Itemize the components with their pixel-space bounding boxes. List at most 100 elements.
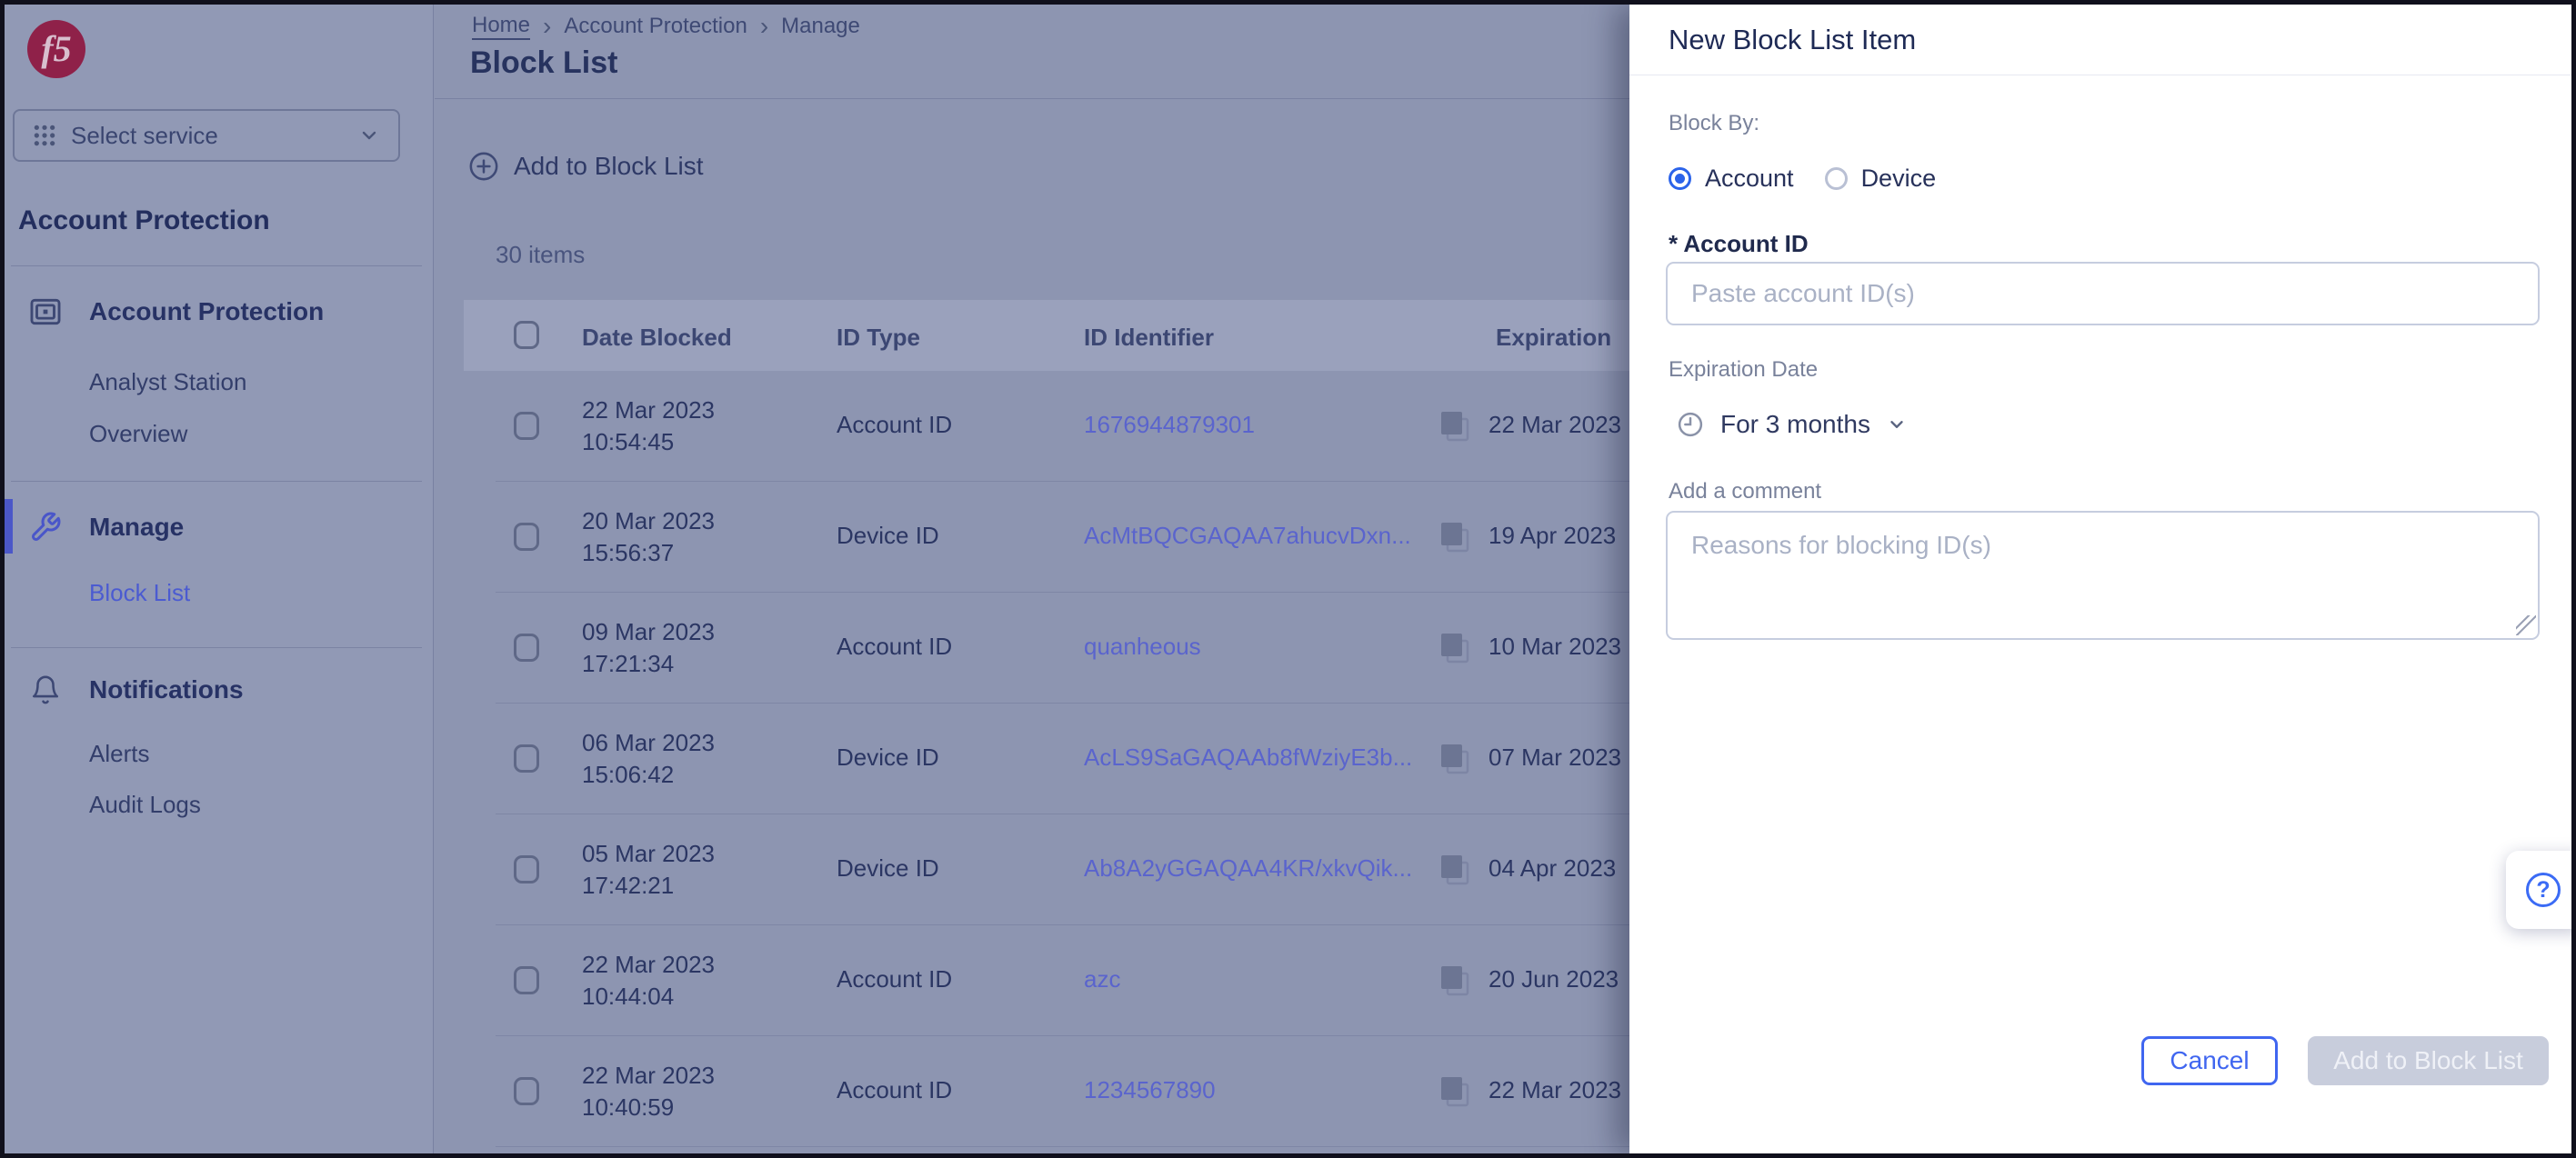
breadcrumb-separator: › xyxy=(543,14,551,39)
chevron-down-icon xyxy=(358,125,380,146)
header-divider xyxy=(435,98,1662,99)
radio-account[interactable]: Account xyxy=(1669,165,1794,193)
row-checkbox[interactable] xyxy=(514,634,539,662)
table-header: Date Blocked ID Type ID Identifier Expir… xyxy=(464,300,1662,371)
cancel-button[interactable]: Cancel xyxy=(2141,1036,2278,1085)
breadcrumb-home[interactable]: Home xyxy=(472,13,530,40)
main-content: Home › Account Protection › Manage Block… xyxy=(435,5,1662,1153)
service-selector-label: Select service xyxy=(71,122,344,150)
copy-icon[interactable] xyxy=(1438,409,1471,444)
copy-icon[interactable] xyxy=(1438,853,1471,887)
new-block-list-item-panel: New Block List Item Block By: Account De… xyxy=(1629,5,2571,1153)
comment-textarea[interactable] xyxy=(1666,511,2540,640)
block-by-label: Block By: xyxy=(1669,111,1759,136)
identifier-link[interactable]: quanheous xyxy=(1084,633,1201,661)
app-window: f5 Select service Account Protection xyxy=(0,0,2576,1158)
sidebar-item-audit-logs[interactable]: Audit Logs xyxy=(5,785,434,824)
table-row: 22 Mar 2023 10:54:45 Account ID 16769448… xyxy=(464,371,1662,482)
column-header-id-identifier[interactable]: ID Identifier xyxy=(1084,324,1214,352)
date-blocked-cell: 22 Mar 2023 10:44:04 xyxy=(582,949,715,1013)
radio-device[interactable]: Device xyxy=(1825,165,1937,193)
plus-circle-icon xyxy=(468,151,499,182)
table-row: 05 Mar 2023 17:42:21 Device ID Ab8A2yGGA… xyxy=(464,814,1662,925)
column-header-expiration[interactable]: Expiration xyxy=(1496,324,1611,352)
identifier-link[interactable]: 1234567890 xyxy=(1084,1076,1216,1104)
radio-button-icon xyxy=(1669,167,1691,190)
sidebar: f5 Select service Account Protection xyxy=(5,5,434,1153)
identifier-link[interactable]: 1676944879301 xyxy=(1084,411,1255,439)
table-body: 22 Mar 2023 10:54:45 Account ID 16769448… xyxy=(464,371,1662,1147)
expiration-select[interactable]: For 3 months xyxy=(1677,407,1907,442)
table-row: 22 Mar 2023 10:40:59 Account ID 12345678… xyxy=(464,1036,1662,1147)
panel-title: New Block List Item xyxy=(1669,24,1916,56)
add-to-block-list-submit-button[interactable]: Add to Block List xyxy=(2308,1036,2549,1085)
copy-icon[interactable] xyxy=(1438,520,1471,554)
row-checkbox[interactable] xyxy=(514,412,539,440)
row-checkbox[interactable] xyxy=(514,1077,539,1105)
identifier-link[interactable]: azc xyxy=(1084,965,1120,993)
f5-logo-icon: f5 xyxy=(27,20,85,78)
chevron-down-icon xyxy=(1887,414,1907,434)
sidebar-item-notifications[interactable]: Notifications xyxy=(5,671,434,709)
breadcrumb-separator: › xyxy=(760,14,768,39)
id-type-cell: Device ID xyxy=(837,854,939,883)
breadcrumb-account-protection[interactable]: Account Protection xyxy=(564,14,747,39)
breadcrumb-manage[interactable]: Manage xyxy=(781,14,860,39)
copy-icon[interactable] xyxy=(1438,631,1471,665)
wrench-icon xyxy=(27,509,64,545)
column-header-date-blocked[interactable]: Date Blocked xyxy=(582,324,732,352)
sidebar-item-analyst-station[interactable]: Analyst Station xyxy=(5,363,434,401)
expiration-cell: 22 Mar 2023 xyxy=(1488,411,1621,439)
date-blocked-cell: 05 Mar 2023 17:42:21 xyxy=(582,838,715,902)
date-blocked-cell: 06 Mar 2023 15:06:42 xyxy=(582,727,715,791)
sidebar-divider xyxy=(11,265,422,266)
id-type-cell: Account ID xyxy=(837,1076,952,1104)
row-checkbox[interactable] xyxy=(514,966,539,994)
sidebar-item-overview[interactable]: Overview xyxy=(5,414,434,453)
account-id-label: * Account ID xyxy=(1669,230,1809,258)
expiration-cell: 07 Mar 2023 xyxy=(1488,744,1621,772)
column-header-id-type[interactable]: ID Type xyxy=(837,324,920,352)
select-all-checkbox[interactable] xyxy=(514,321,539,349)
identifier-link[interactable]: AcMtBQCGAQAA7ahucvDxn... xyxy=(1084,522,1411,550)
clock-icon xyxy=(1677,411,1704,438)
table-row: 20 Mar 2023 15:56:37 Device ID AcMtBQCGA… xyxy=(464,482,1662,593)
radio-button-icon xyxy=(1825,167,1848,190)
expiration-value: For 3 months xyxy=(1720,410,1870,439)
id-type-cell: Account ID xyxy=(837,965,952,993)
identifier-link[interactable]: Ab8A2yGGAQAA4KR/xkvQik... xyxy=(1084,854,1412,883)
panel-actions: Cancel Add to Block List xyxy=(1629,1036,2571,1087)
row-checkbox[interactable] xyxy=(514,744,539,773)
breadcrumb: Home › Account Protection › Manage xyxy=(472,13,860,40)
account-id-input[interactable] xyxy=(1666,262,2540,325)
expiration-cell: 22 Mar 2023 xyxy=(1488,1076,1621,1104)
sidebar-item-manage[interactable]: Manage xyxy=(5,508,434,546)
id-type-cell: Device ID xyxy=(837,522,939,550)
product-title: Account Protection xyxy=(18,205,270,236)
date-blocked-cell: 20 Mar 2023 15:56:37 xyxy=(582,505,715,569)
sidebar-item-account-protection[interactable]: Account Protection xyxy=(5,293,434,331)
row-checkbox[interactable] xyxy=(514,855,539,883)
copy-icon[interactable] xyxy=(1438,963,1471,998)
service-selector[interactable]: Select service xyxy=(13,109,400,162)
date-blocked-cell: 09 Mar 2023 17:21:34 xyxy=(582,616,715,680)
table-row: 09 Mar 2023 17:21:34 Account ID quanheou… xyxy=(464,593,1662,704)
question-mark-icon: ? xyxy=(2526,873,2561,907)
copy-icon[interactable] xyxy=(1438,1074,1471,1109)
id-type-cell: Account ID xyxy=(837,633,952,661)
sidebar-divider xyxy=(11,481,422,482)
help-button[interactable]: ? xyxy=(2506,851,2576,929)
items-count: 30 items xyxy=(496,241,585,269)
identifier-link[interactable]: AcLS9SaGAQAAb8fWziyE3b... xyxy=(1084,744,1412,772)
expiration-cell: 10 Mar 2023 xyxy=(1488,633,1621,661)
sidebar-item-block-list[interactable]: Block List xyxy=(5,574,434,612)
id-type-cell: Device ID xyxy=(837,744,939,772)
id-type-cell: Account ID xyxy=(837,411,952,439)
sidebar-item-alerts[interactable]: Alerts xyxy=(5,734,434,773)
copy-icon[interactable] xyxy=(1438,742,1471,776)
row-checkbox[interactable] xyxy=(514,523,539,551)
f5-logo-text: f5 xyxy=(41,31,71,67)
add-to-block-list-button[interactable]: Add to Block List xyxy=(468,148,704,185)
block-by-radio-group: Account Device xyxy=(1669,165,1936,193)
expiration-cell: 20 Jun 2023 xyxy=(1488,965,1619,993)
